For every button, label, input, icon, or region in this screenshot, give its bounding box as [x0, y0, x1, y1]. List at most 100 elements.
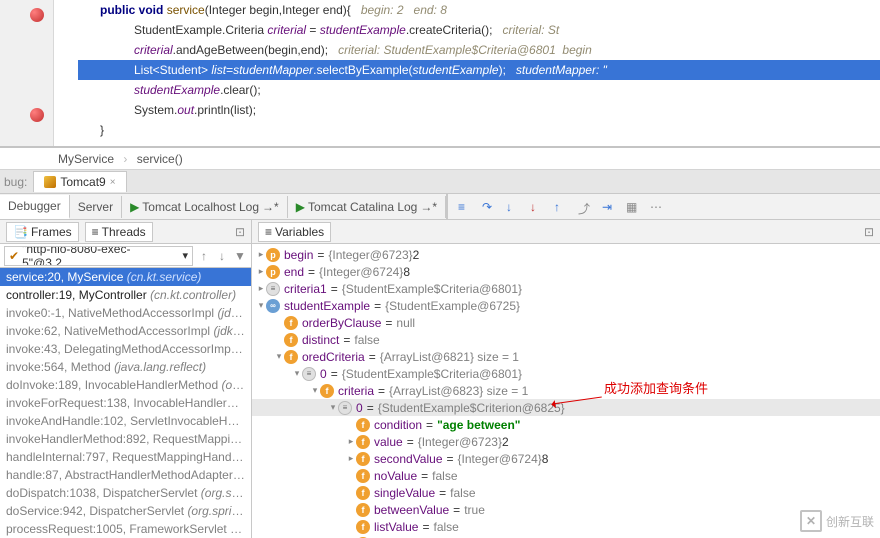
drop-frame-icon[interactable]: ⤴: [578, 200, 592, 214]
variable-row[interactable]: ≡criteria1={StudentExample$Criteria@6801…: [252, 280, 880, 297]
frame-item[interactable]: invokeHandlerMethod:892, RequestMappingH…: [0, 430, 251, 448]
var-badge-icon: f: [356, 503, 370, 517]
run-icon: ▶: [296, 200, 305, 214]
expand-icon[interactable]: [256, 283, 266, 294]
restore-layout-icon[interactable]: ⊡: [235, 225, 245, 239]
variable-row[interactable]: foredCriteria={ArrayList@6821} size = 1: [252, 348, 880, 365]
step-into-icon[interactable]: ↓: [506, 200, 520, 214]
run-to-cursor-icon[interactable]: ⇥: [602, 200, 616, 214]
frame-item[interactable]: invoke:564, Method (java.lang.reflect): [0, 358, 251, 376]
variable-row[interactable]: fsecondValue={Integer@6724} 8: [252, 450, 880, 467]
variable-row[interactable]: ∞studentExample={StudentExample@6725}: [252, 297, 880, 314]
frames-tab[interactable]: 📑 Frames: [6, 222, 79, 242]
frames-panel: 📑 Frames ≡ Threads ⊡ ✔ "http-nio-8080-ex…: [0, 220, 252, 538]
next-frame-icon[interactable]: ↓: [215, 249, 229, 263]
filter-icon[interactable]: ▼: [233, 249, 247, 263]
frame-item[interactable]: invoke:43, DelegatingMethodAccessorImpl …: [0, 340, 251, 358]
frame-item[interactable]: doDispatch:1038, DispatcherServlet (org.…: [0, 484, 251, 502]
expand-icon[interactable]: [256, 300, 266, 311]
frame-item[interactable]: processRequest:1005, FrameworkServlet (o…: [0, 520, 251, 538]
watermark-logo-icon: ✕: [800, 510, 822, 532]
breakpoint-icon[interactable]: [30, 8, 44, 22]
expand-icon[interactable]: [328, 402, 338, 413]
frame-item[interactable]: doService:942, DispatcherServlet (org.sp…: [0, 502, 251, 520]
code-line[interactable]: StudentExample.Criteria criterial = stud…: [78, 20, 880, 40]
var-badge-icon: f: [356, 452, 370, 466]
code-line[interactable]: criterial.andAgeBetween(begin,end); crit…: [78, 40, 880, 60]
expand-icon[interactable]: [346, 436, 356, 447]
close-icon[interactable]: ×: [110, 177, 116, 188]
var-badge-icon: ≡: [266, 282, 280, 296]
threads-tab[interactable]: ≡ Threads: [85, 222, 153, 242]
var-badge-icon: f: [284, 316, 298, 330]
variable-row[interactable]: pbegin={Integer@6723} 2: [252, 246, 880, 263]
debug-sub-tabs: Debugger Server ▶Tomcat Localhost Log →*…: [0, 194, 880, 220]
code-line[interactable]: public void service(Integer begin,Intege…: [78, 0, 880, 20]
variable-row[interactable]: fdistinct=false: [252, 331, 880, 348]
variable-row[interactable]: fcondition="age between": [252, 416, 880, 433]
frame-item[interactable]: invokeForRequest:138, InvocableHandlerMe…: [0, 394, 251, 412]
variable-row[interactable]: forderByClause=null: [252, 314, 880, 331]
var-badge-icon: f: [356, 520, 370, 534]
annotation-arrow: [552, 392, 602, 393]
expand-icon[interactable]: [310, 385, 320, 396]
debug-label: bug:: [0, 175, 31, 189]
variable-row[interactable]: fcriteria={ArrayList@6823} size = 1: [252, 382, 880, 399]
variable-row[interactable]: flistValue=false: [252, 518, 880, 535]
var-badge-icon: p: [266, 265, 280, 279]
run-tab-strip: bug: Tomcat9 ×: [0, 170, 880, 194]
variables-tab[interactable]: ≡ Variables: [258, 222, 331, 242]
tab-server[interactable]: Server: [70, 196, 122, 218]
frame-item[interactable]: handleInternal:797, RequestMappingHandle…: [0, 448, 251, 466]
var-badge-icon: f: [356, 469, 370, 483]
editor-gutter[interactable]: [0, 0, 54, 146]
restore-layout-icon[interactable]: ⊡: [864, 225, 874, 239]
code-line[interactable]: }: [78, 120, 880, 140]
expand-icon[interactable]: [346, 453, 356, 464]
expand-icon[interactable]: [274, 351, 284, 362]
frame-item[interactable]: invoke:62, NativeMethodAccessorImpl (jdk…: [0, 322, 251, 340]
var-badge-icon: f: [356, 435, 370, 449]
evaluate-icon[interactable]: ▦: [626, 200, 640, 214]
expand-icon[interactable]: [292, 368, 302, 379]
breadcrumb-class[interactable]: MyService: [58, 152, 114, 166]
more-icon[interactable]: ⋯: [650, 200, 664, 214]
frame-item[interactable]: service:20, MyService (cn.kt.service): [0, 268, 251, 286]
breakpoint-icon[interactable]: [30, 108, 44, 122]
code-line[interactable]: List<Student> list=studentMapper.selectB…: [78, 60, 880, 80]
step-out-icon[interactable]: ↑: [554, 200, 568, 214]
show-execution-icon[interactable]: ≡: [458, 200, 472, 214]
variable-row[interactable]: pend={Integer@6724} 8: [252, 263, 880, 280]
code-editor[interactable]: public void service(Integer begin,Intege…: [0, 0, 880, 148]
tab-tomcat9[interactable]: Tomcat9 ×: [33, 171, 126, 192]
expand-icon[interactable]: [256, 249, 266, 260]
frame-item[interactable]: controller:19, MyController (cn.kt.contr…: [0, 286, 251, 304]
var-badge-icon: f: [284, 350, 298, 364]
step-over-icon[interactable]: ↷: [482, 200, 496, 214]
var-badge-icon: f: [320, 384, 334, 398]
frame-item[interactable]: invokeAndHandle:102, ServletInvocableHan…: [0, 412, 251, 430]
frame-item[interactable]: handle:87, AbstractHandlerMethodAdapter …: [0, 466, 251, 484]
frame-item[interactable]: invoke0:-1, NativeMethodAccessorImpl (jd…: [0, 304, 251, 322]
variables-tree[interactable]: pbegin={Integer@6723} 2pend={Integer@672…: [252, 244, 880, 538]
variable-row[interactable]: fnoValue=false: [252, 467, 880, 484]
run-icon: ▶: [130, 200, 139, 214]
frame-list[interactable]: service:20, MyService (cn.kt.service)con…: [0, 268, 251, 538]
tab-catalina-log[interactable]: ▶Tomcat Catalina Log →*: [288, 196, 446, 218]
tab-label: Tomcat9: [60, 175, 105, 189]
variable-row[interactable]: fsingleValue=false: [252, 484, 880, 501]
prev-frame-icon[interactable]: ↑: [197, 249, 211, 263]
variable-row[interactable]: fvalue={Integer@6723} 2: [252, 433, 880, 450]
variable-row[interactable]: fbetweenValue=true: [252, 501, 880, 518]
breadcrumb[interactable]: MyService › service(): [0, 148, 880, 170]
tab-localhost-log[interactable]: ▶Tomcat Localhost Log →*: [122, 196, 288, 218]
frame-item[interactable]: doInvoke:189, InvocableHandlerMethod (or…: [0, 376, 251, 394]
breadcrumb-method[interactable]: service(): [137, 152, 183, 166]
thread-selector[interactable]: ✔ "http-nio-8080-exec-5"@3,2... ▾: [4, 246, 193, 266]
code-line[interactable]: System.out.println(list);: [78, 100, 880, 120]
force-step-into-icon[interactable]: ↓: [530, 200, 544, 214]
code-line[interactable]: studentExample.clear();: [78, 80, 880, 100]
expand-icon[interactable]: [256, 266, 266, 277]
variable-row[interactable]: ≡0={StudentExample$Criteria@6801}: [252, 365, 880, 382]
tab-debugger[interactable]: Debugger: [0, 195, 70, 219]
